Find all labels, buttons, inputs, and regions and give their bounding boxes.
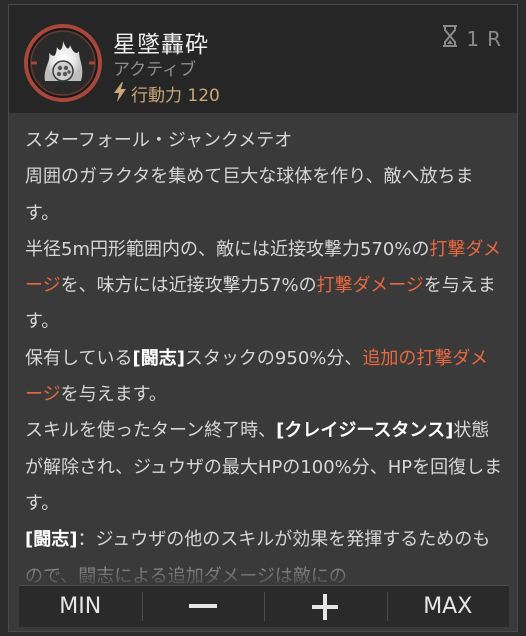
description-line: スキルを使ったターン終了時、[クレイジースタンス]状態が解除され、ジュウザの最大… bbox=[25, 420, 503, 514]
skill-type: アクティブ bbox=[113, 60, 197, 80]
lightning-icon bbox=[113, 81, 127, 106]
impact-damage-keyword: 打撃ダメージ bbox=[316, 275, 424, 297]
meteor-skill-icon bbox=[23, 23, 103, 103]
cooldown-value: 1 bbox=[466, 26, 480, 51]
minus-icon bbox=[188, 603, 217, 610]
min-button[interactable]: MIN bbox=[19, 586, 142, 627]
action-point-cost: 行動力 120 bbox=[113, 81, 220, 106]
skill-description: スターフォール・ジャンクメテオ 周囲のガラクタを集めて巨大な球体を作り、敵へ放ち… bbox=[25, 123, 505, 595]
skill-name: 星墜轟砕 bbox=[113, 32, 209, 58]
action-point-label: 行動力 120 bbox=[131, 86, 220, 106]
cooldown-unit: R bbox=[487, 26, 501, 51]
skill-tooltip-panel: 星墜轟砕 アクティブ 行動力 120 1 R スターフォール・ジャンクメテオ 周… bbox=[8, 4, 518, 632]
cooldown-indicator: 1 R bbox=[442, 25, 501, 52]
description-line: 周囲のガラクタを集めて巨大な球体を作り、敵へ放ちます。 bbox=[25, 166, 474, 224]
level-controls: MIN MAX bbox=[19, 585, 509, 627]
plus-icon bbox=[312, 593, 339, 620]
hourglass-icon bbox=[442, 25, 458, 52]
description-line: 半径5m円形範囲内の、敵には近接攻撃力570%の打撃ダメージを、味方には近接攻撃… bbox=[25, 238, 501, 333]
fighting-spirit-keyword: [闘志] bbox=[132, 347, 185, 369]
description-line: 保有している[闘志]スタックの950%分、追加の打撃ダメージを与えます。 bbox=[25, 347, 488, 406]
decrease-button[interactable] bbox=[141, 586, 265, 627]
increase-button[interactable] bbox=[264, 586, 387, 627]
skill-header: 星墜轟砕 アクティブ 行動力 120 1 R bbox=[9, 5, 517, 113]
description-line: スターフォール・ジャンクメテオ bbox=[25, 130, 293, 151]
crazy-stance-keyword: [クレイジースタンス] bbox=[276, 420, 454, 442]
max-button[interactable]: MAX bbox=[386, 586, 510, 627]
